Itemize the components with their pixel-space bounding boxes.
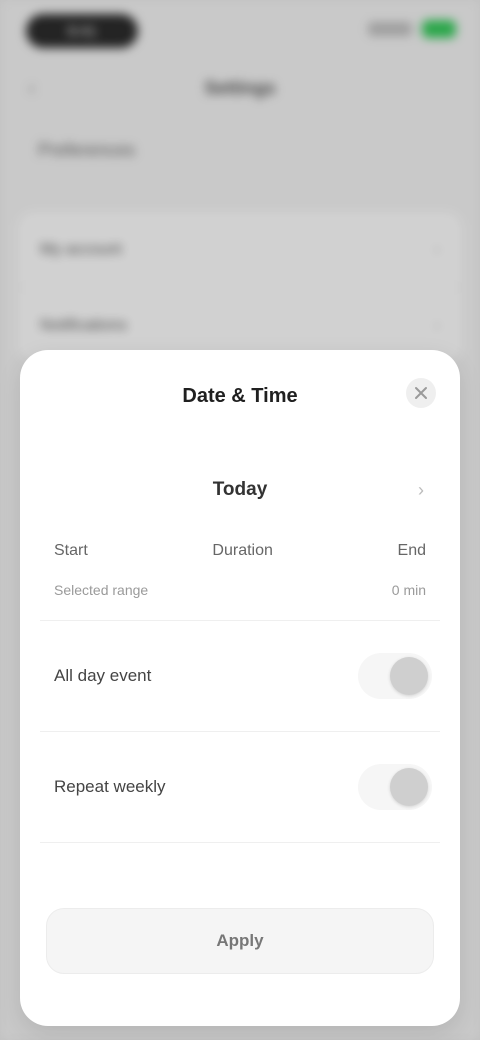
sheet-header: Date & Time — [20, 350, 460, 442]
close-button[interactable] — [406, 378, 436, 408]
date-label: Today — [212, 479, 268, 500]
sub-left: Selected range — [54, 582, 149, 598]
sheet-title: Date & Time — [182, 384, 298, 407]
date-selector[interactable]: Today › — [40, 458, 440, 522]
chevron-right-icon: › — [418, 479, 424, 500]
toggle-knob — [390, 657, 428, 695]
close-icon — [415, 387, 427, 399]
toggle-knob — [390, 768, 428, 806]
repeat-toggle[interactable] — [358, 764, 432, 810]
time-subrow: Selected range 0 min — [54, 582, 426, 598]
apply-button[interactable]: Apply — [46, 908, 434, 974]
col-center: Duration — [212, 542, 273, 559]
col-left: Start — [54, 542, 88, 559]
bottom-sheet: Date & Time Today › Start Duration End S… — [20, 350, 460, 1026]
toggle-row-repeat: Repeat weekly — [40, 732, 440, 843]
time-columns: Start Duration End — [54, 542, 426, 560]
col-right: End — [397, 542, 426, 559]
sub-right: 0 min — [391, 582, 426, 598]
all-day-toggle[interactable] — [358, 653, 432, 699]
toggle-label: All day event — [54, 666, 152, 685]
toggle-row-all-day: All day event — [40, 621, 440, 732]
toggle-label: Repeat weekly — [54, 777, 166, 796]
